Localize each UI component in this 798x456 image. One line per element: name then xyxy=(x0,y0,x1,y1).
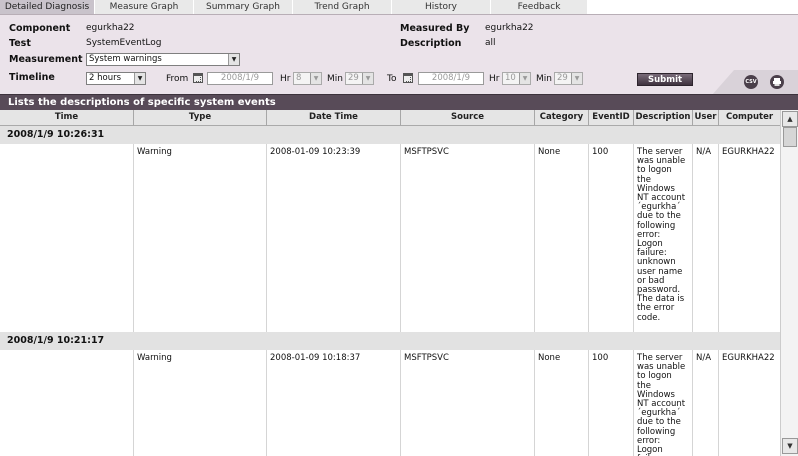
cell-eventid: 100 xyxy=(589,144,634,332)
group-header: 2008/1/9 10:26:31 xyxy=(0,126,780,144)
tab-detailed-diagnosis[interactable]: Detailed Diagnosis xyxy=(0,0,95,14)
csv-icon[interactable]: CSV xyxy=(744,75,758,89)
from-hour-value: 8 xyxy=(296,73,302,83)
to-min-label: Min xyxy=(536,74,552,84)
measurement-select[interactable]: System warnings ▼ xyxy=(86,53,240,66)
tab-bar: Detailed Diagnosis Measure Graph Summary… xyxy=(0,0,798,14)
chevron-down-icon: ▼ xyxy=(310,73,321,84)
cell-datetime: 2008-01-09 10:23:39 xyxy=(267,144,401,332)
cell-time xyxy=(0,350,134,456)
measured-by-label: Measured By xyxy=(400,23,470,34)
column-header-date-time[interactable]: Date Time xyxy=(267,110,401,126)
cell-user: N/A xyxy=(693,350,719,456)
cell-source: MSFTPSVC xyxy=(401,350,535,456)
test-label: Test xyxy=(9,38,31,49)
submit-button[interactable]: Submit xyxy=(637,73,693,86)
from-minute-select[interactable]: 29 ▼ xyxy=(345,72,374,85)
to-hr-label: Hr xyxy=(489,74,500,84)
component-label: Component xyxy=(9,23,71,34)
column-header-category[interactable]: Category xyxy=(535,110,589,126)
to-hour-value: 10 xyxy=(505,73,516,83)
cell-category: None xyxy=(535,144,589,332)
table-row: Warning 2008-01-09 10:23:39 MSFTPSVC Non… xyxy=(0,144,780,332)
cell-type: Warning xyxy=(134,350,267,456)
tab-history[interactable]: History xyxy=(392,0,491,14)
from-min-label: Min xyxy=(327,74,343,84)
timeline-select[interactable]: 2 hours ▼ xyxy=(86,72,146,85)
chevron-down-icon: ▼ xyxy=(362,73,373,84)
cell-description: The server was unable to logon the Windows NT… xyxy=(634,144,693,332)
component-value: egurkha22 xyxy=(86,23,135,33)
column-header-source[interactable]: Source xyxy=(401,110,535,126)
print-icon[interactable] xyxy=(770,75,784,89)
description-label: Description xyxy=(400,38,462,49)
cell-eventid: 100 xyxy=(589,350,634,456)
measurement-label: Measurement xyxy=(9,54,83,65)
to-minute-select[interactable]: 29 ▼ xyxy=(554,72,583,85)
table-header: Time Type Date Time Source Category Even… xyxy=(0,110,780,126)
column-header-user[interactable]: User xyxy=(693,110,719,126)
description-value: all xyxy=(485,38,496,48)
description-line: code. xyxy=(637,312,661,323)
export-toolbar: CSV xyxy=(712,70,798,95)
column-header-time[interactable]: Time xyxy=(0,110,134,126)
chevron-down-icon: ▼ xyxy=(134,73,145,84)
cell-type: Warning xyxy=(134,144,267,332)
calendar-icon[interactable] xyxy=(403,73,413,83)
measurement-select-value: System warnings xyxy=(89,54,162,64)
cell-computer: EGURKHA22 xyxy=(722,147,775,157)
to-label: To xyxy=(387,74,397,84)
column-header-computer[interactable]: Computer xyxy=(719,110,780,126)
scroll-up-icon[interactable]: ▲ xyxy=(782,111,798,127)
from-hour-select[interactable]: 8 ▼ xyxy=(293,72,322,85)
column-header-description[interactable]: Description xyxy=(634,110,693,126)
cell-computer: EGURKHA22 xyxy=(722,353,775,363)
print-glyph xyxy=(773,78,781,86)
cell-category: None xyxy=(535,350,589,456)
table-body: 2008/1/9 10:26:31 Warning 2008-01-09 10:… xyxy=(0,126,780,456)
to-minute-value: 29 xyxy=(557,73,568,83)
table-caption: Lists the descriptions of specific syste… xyxy=(0,94,798,110)
from-minute-value: 29 xyxy=(348,73,359,83)
tab-summary-graph[interactable]: Summary Graph xyxy=(194,0,293,14)
chevron-down-icon: ▼ xyxy=(228,54,239,65)
chevron-down-icon: ▼ xyxy=(571,73,582,84)
cell-datetime: 2008-01-09 10:18:37 xyxy=(267,350,401,456)
to-hour-select[interactable]: 10 ▼ xyxy=(502,72,531,85)
filter-panel: Component egurkha22 Measured By egurkha2… xyxy=(0,14,798,95)
from-label: From xyxy=(166,74,189,84)
vertical-scrollbar[interactable]: ▲ ▼ xyxy=(780,110,798,456)
cell-time xyxy=(0,144,134,332)
timeline-select-value: 2 hours xyxy=(89,73,122,83)
to-date-input[interactable]: 2008/1/9 xyxy=(418,72,484,85)
tab-trend-graph[interactable]: Trend Graph xyxy=(293,0,392,14)
scrollbar-thumb[interactable] xyxy=(783,127,797,147)
timeline-label: Timeline xyxy=(9,72,55,83)
tab-measure-graph[interactable]: Measure Graph xyxy=(95,0,194,14)
calendar-icon[interactable] xyxy=(193,73,203,83)
measured-by-value: egurkha22 xyxy=(485,23,534,33)
from-hr-label: Hr xyxy=(280,74,291,84)
column-header-type[interactable]: Type xyxy=(134,110,267,126)
from-date-input[interactable]: 2008/1/9 xyxy=(207,72,273,85)
table-row: Warning 2008-01-09 10:18:37 MSFTPSVC Non… xyxy=(0,350,780,456)
cell-source: MSFTPSVC xyxy=(401,144,535,332)
group-header: 2008/1/9 10:21:17 xyxy=(0,332,780,350)
column-header-eventid[interactable]: EventID xyxy=(589,110,634,126)
chevron-down-icon: ▼ xyxy=(519,73,530,84)
cell-user: N/A xyxy=(693,144,719,332)
test-value: SystemEventLog xyxy=(86,38,162,48)
cell-description: The server was unable to logon the Windows NT… xyxy=(634,350,693,456)
tab-feedback[interactable]: Feedback xyxy=(491,0,588,14)
scroll-down-icon[interactable]: ▼ xyxy=(782,438,798,454)
